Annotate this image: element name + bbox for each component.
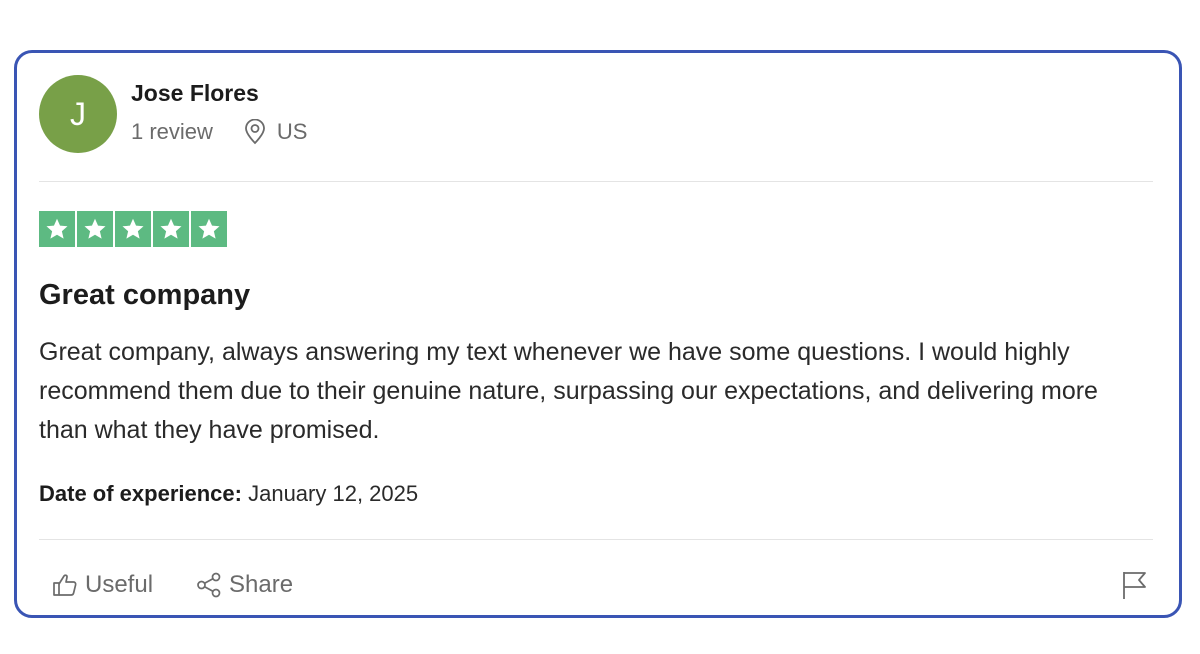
review-title[interactable]: Great company [39,279,250,312]
useful-button[interactable]: Useful [51,571,153,599]
flag-icon [1123,572,1146,599]
reviewer-name[interactable]: Jose Flores [131,80,259,107]
avatar[interactable]: J [39,75,117,153]
report-button[interactable] [1119,569,1149,601]
reviewer-header: J Jose Flores 1 review US [39,75,1157,155]
reviewer-meta: 1 review US [131,118,308,145]
star-icon [77,211,113,247]
footer-divider [39,539,1153,540]
review-count: 1 review [131,119,213,144]
star-icon [153,211,189,247]
star-icon [115,211,151,247]
header-divider [39,181,1153,182]
review-actions: Useful Share [51,571,293,599]
star-icon [39,211,75,247]
experience-label: Date of experience: [39,481,242,506]
thumbs-up-icon [53,574,77,596]
experience-date: January 12, 2025 [248,481,419,506]
share-icon [197,572,221,598]
review-body: Great company, always answering my text … [39,338,1098,444]
share-button[interactable]: Share [195,571,293,599]
star-icon [191,211,227,247]
location-pin-icon [243,118,267,145]
review-card: J Jose Flores 1 review US Great company … [14,50,1182,618]
star-rating [39,211,227,247]
reviewer-country: US [276,119,308,144]
useful-label: Useful [85,571,154,598]
date-of-experience: Date of experience: January 12, 2025 [39,481,418,507]
share-label: Share [229,571,294,598]
